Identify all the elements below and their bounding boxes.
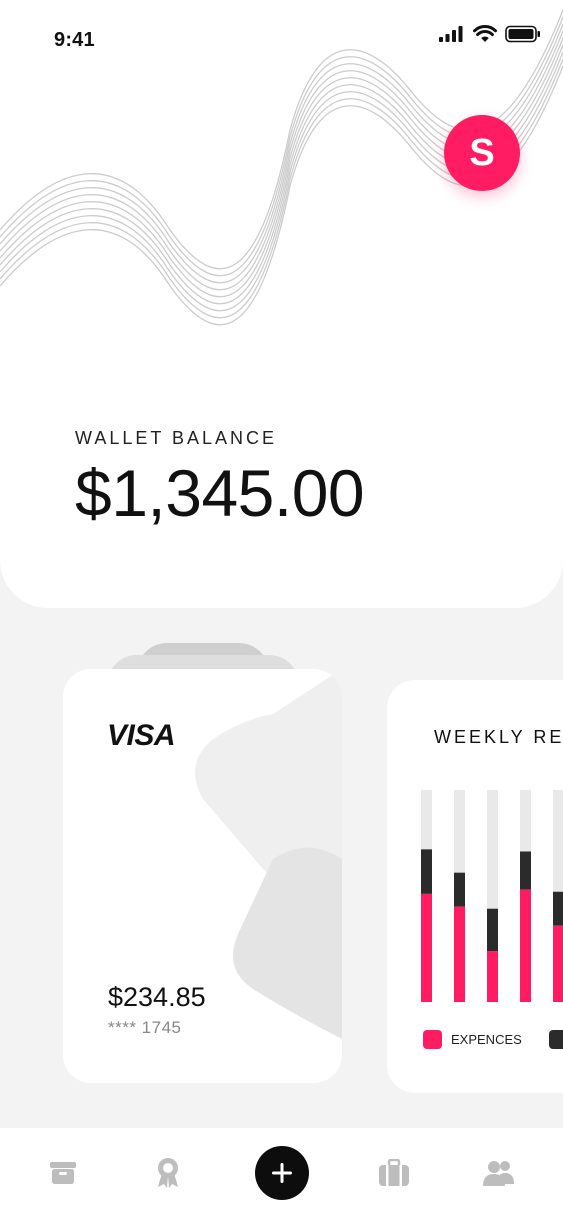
- legend-second: [549, 1030, 563, 1049]
- visa-logo: VISA: [107, 719, 176, 752]
- card-decoration: [195, 669, 342, 1039]
- bar-segment-expences: [454, 906, 465, 1002]
- legend-swatch-second: [549, 1030, 563, 1049]
- legend-label-expences: EXPENCES: [451, 1032, 522, 1047]
- award-icon: [158, 1158, 178, 1188]
- avatar-initial: S: [469, 131, 495, 174]
- bar-segment-expences: [553, 925, 563, 1002]
- nav-briefcase[interactable]: [364, 1128, 424, 1218]
- briefcase-icon: [379, 1159, 409, 1186]
- nav-archive[interactable]: [33, 1128, 93, 1218]
- battery-icon: [505, 25, 540, 43]
- wallet-balance-label: WALLET BALANCE: [75, 428, 278, 448]
- nav-users[interactable]: [469, 1128, 529, 1218]
- bottom-nav: [0, 1128, 563, 1218]
- bar-segment-expences: [520, 889, 531, 1002]
- bar-segment-dark: [553, 891, 563, 926]
- add-icon: [272, 1163, 292, 1183]
- nav-awards[interactable]: [138, 1128, 198, 1218]
- profile-avatar[interactable]: S: [444, 115, 520, 191]
- archive-icon: [50, 1162, 76, 1184]
- wallet-screen: 9:41 S WALLET BALANCE $1,345.00 VISA $23…: [0, 0, 563, 1218]
- bar-segment-dark: [520, 851, 531, 890]
- wallet-balance-value: $1,345.00: [75, 456, 365, 530]
- weekly-report-card[interactable]: WEEKLY REPORT EXPENCES: [387, 680, 563, 1093]
- balance-header: 9:41 S WALLET BALANCE $1,345.00: [0, 0, 563, 608]
- status-icons: [439, 25, 541, 43]
- bar-segment-expences: [487, 951, 498, 1002]
- add-button[interactable]: [255, 1146, 309, 1200]
- legend-swatch-expences: [423, 1030, 442, 1049]
- visa-card[interactable]: VISA $234.85 **** 1745: [63, 669, 342, 1083]
- wifi-icon: [473, 25, 497, 42]
- bar-segment-expences: [421, 893, 432, 1002]
- bar-segment-dark: [487, 908, 498, 952]
- legend-expences: EXPENCES: [423, 1030, 522, 1049]
- card-number: **** 1745: [108, 1018, 182, 1037]
- bar-segment-dark: [421, 849, 432, 894]
- signal-icon: [439, 26, 463, 42]
- users-icon: [483, 1161, 514, 1186]
- status-time: 9:41: [54, 29, 95, 51]
- card-balance: $234.85: [108, 982, 206, 1012]
- bar-segment-dark: [454, 872, 465, 907]
